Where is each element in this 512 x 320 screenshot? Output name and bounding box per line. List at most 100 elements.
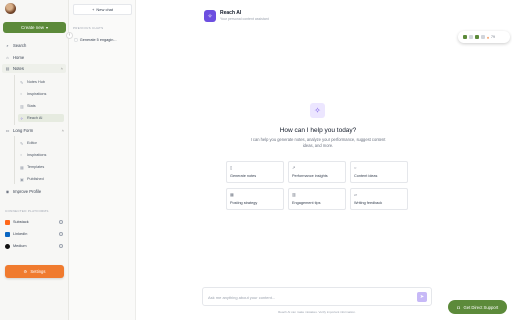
suggestion-card[interactable]: ▱ Writing feedback: [350, 188, 408, 210]
sidebar-item-notes[interactable]: ▤ Notes: [5, 65, 65, 73]
sidebar-group-notes[interactable]: ▤ Notes ˄: [2, 64, 66, 73]
sparkle-icon: ✧: [20, 116, 24, 121]
settings-button[interactable]: ⚙ Settings: [5, 265, 64, 278]
status-green-icon: [463, 35, 467, 39]
feedback-icon: ▱: [354, 192, 358, 197]
status-green-icon: [475, 35, 479, 39]
sidebar-item-label: Stats: [27, 104, 36, 108]
hero-description: I can help you generate notes, analyze y…: [250, 137, 386, 148]
platform-name: Substack: [13, 220, 29, 224]
headset-icon: ☊: [456, 304, 461, 310]
sidebar-item-notes-hub[interactable]: ✎ Notes Hub: [20, 78, 66, 86]
sidebar-item-label: Search: [13, 42, 27, 48]
sidebar: Create new ▾ ⌕ Search ⌂ Home ▤ Notes ˄ ✎…: [0, 0, 69, 320]
page-title: Reach AI: [220, 10, 242, 16]
flame-icon: ♦: [487, 34, 490, 40]
suggestion-card[interactable]: ○ Content ideas: [350, 161, 408, 183]
bar-icon: ▥: [292, 192, 296, 197]
sidebar-item-label: Improve Profile: [13, 188, 42, 194]
info-icon[interactable]: [59, 220, 63, 224]
create-new-button[interactable]: Create new ▾: [3, 22, 66, 33]
sidebar-item-reach-ai[interactable]: ✧ Reach AI: [18, 114, 64, 122]
reach-ai-logo-icon: ✧: [204, 10, 216, 22]
support-label: Get Direct Support: [463, 304, 499, 310]
tree-line: [14, 75, 15, 125]
card-label: Generate notes: [230, 174, 257, 178]
send-icon: ➤: [419, 294, 425, 300]
card-label: Performance insights: [292, 174, 328, 178]
sidebar-item-label: Inspirations: [27, 153, 47, 157]
gear-icon: ⚙: [23, 269, 28, 274]
sidebar-item-search[interactable]: ⌕ Search: [5, 41, 65, 49]
notes-icon: ▤: [5, 66, 10, 71]
card-label: Posting strategy: [230, 201, 258, 205]
status-gray-icon: [469, 35, 473, 39]
chevron-up-icon: ˄: [61, 127, 64, 133]
substack-icon: [5, 219, 10, 225]
sidebar-item-lf-inspirations[interactable]: ○ Inspirations: [20, 151, 66, 159]
send-button[interactable]: ➤: [417, 292, 427, 302]
suggestion-card[interactable]: ↗ Performance insights: [288, 161, 346, 183]
sidebar-item-templates[interactable]: ▦ Templates: [20, 163, 66, 171]
sidebar-item-label: Templates: [27, 165, 45, 169]
hero-title: How can I help you today?: [279, 127, 357, 134]
sidebar-item-label: Long Form: [13, 127, 34, 133]
avatar[interactable]: [5, 3, 16, 14]
info-icon[interactable]: [59, 232, 63, 236]
pencil-icon: ✎: [20, 80, 24, 85]
platform-name: LinkedIn: [13, 232, 28, 236]
chat-bubble-icon: ▢: [74, 37, 78, 42]
chat-list-panel: + New chat PREVIOUS CHATS ▢ Generate 5 e…: [69, 0, 136, 320]
platform-name: Medium: [13, 244, 27, 248]
bulb-icon: ○: [20, 92, 23, 96]
chevron-up-icon: ˄: [60, 66, 63, 71]
streak-count: 79: [491, 35, 495, 39]
suggestion-card[interactable]: ▥ Engagement tips: [288, 188, 346, 210]
get-direct-support-button[interactable]: ☊ Get Direct Support: [448, 300, 507, 314]
previous-chats-label: PREVIOUS CHATS: [73, 26, 104, 30]
platform-linkedin[interactable]: LinkedIn: [5, 230, 63, 238]
sidebar-item-long-form[interactable]: ▭ Long Form ˄: [5, 126, 65, 134]
chat-list-item[interactable]: ▢ Generate 5 engagin...: [72, 35, 134, 44]
published-icon: ▣: [20, 177, 24, 182]
suggestion-card[interactable]: ▦ Posting strategy: [226, 188, 284, 210]
sidebar-item-label: Home: [13, 54, 25, 60]
suggestion-card[interactable]: ▯ Generate notes: [226, 161, 284, 183]
new-chat-button[interactable]: + New chat: [73, 4, 132, 15]
status-gray-icon: [481, 35, 485, 39]
sidebar-item-home[interactable]: ⌂ Home: [5, 53, 65, 61]
page-subtitle: Your personal content assistant: [220, 17, 269, 21]
sidebar-item-improve-profile[interactable]: ◉ Improve Profile: [5, 187, 65, 195]
chat-input[interactable]: [208, 293, 408, 301]
platform-substack[interactable]: Substack: [5, 218, 63, 226]
calendar-icon: ▦: [230, 192, 234, 197]
info-icon[interactable]: [59, 244, 63, 248]
card-label: Engagement tips: [292, 201, 321, 205]
search-icon: ⌕: [6, 42, 9, 48]
sidebar-item-label: Published: [27, 177, 44, 181]
medium-icon: [5, 243, 10, 249]
settings-label: Settings: [30, 269, 46, 274]
disclaimer: Reach AI can make mistakes. Verify impor…: [278, 310, 356, 314]
stats-icon: ▥: [20, 104, 24, 109]
chat-input-bar: ➤: [202, 287, 432, 306]
home-icon: ⌂: [6, 54, 9, 60]
sidebar-item-stats[interactable]: ▥ Stats: [20, 102, 66, 110]
sidebar-item-label: Editor: [27, 141, 37, 145]
platform-medium[interactable]: Medium: [5, 242, 63, 250]
bulb-icon: ○: [20, 153, 23, 157]
sidebar-item-label: Notes Hub: [27, 80, 45, 84]
collapse-sidebar-button[interactable]: ‹: [66, 32, 73, 39]
status-pill[interactable]: ♦ 79: [458, 31, 510, 43]
linkedin-icon: [5, 231, 10, 237]
sidebar-item-label: Reach AI: [27, 116, 43, 120]
connected-platforms-label: CONNECTED PLATFORMS: [5, 209, 49, 213]
template-icon: ▦: [20, 165, 24, 170]
pencil-icon: ✎: [20, 141, 24, 146]
sidebar-item-published[interactable]: ▣ Published: [20, 175, 66, 183]
sidebar-item-editor[interactable]: ✎ Editor: [20, 139, 66, 147]
sidebar-item-inspirations[interactable]: ○ Inspirations: [20, 90, 66, 98]
new-chat-label: New chat: [96, 7, 114, 12]
chevron-down-icon: ▾: [46, 25, 49, 30]
chart-icon: ↗: [292, 165, 296, 170]
